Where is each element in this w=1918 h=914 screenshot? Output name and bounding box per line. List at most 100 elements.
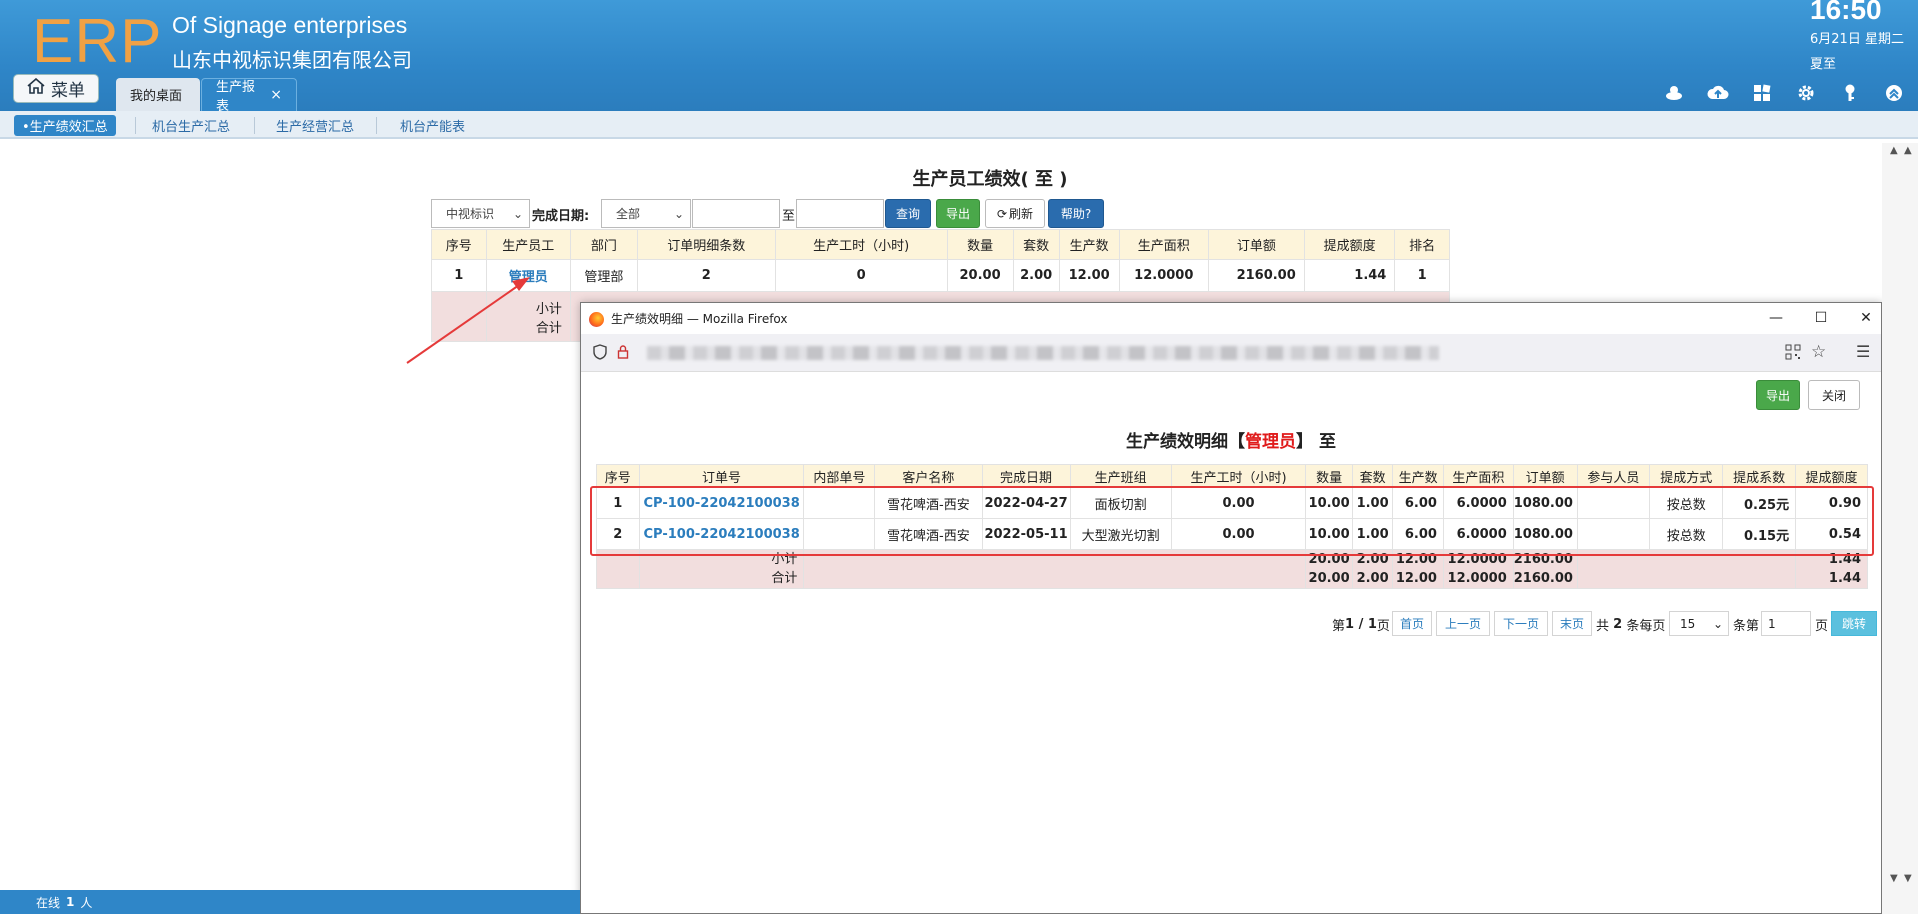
table-cell: 2 [636, 259, 776, 292]
last-page-button[interactable]: 末页 [1552, 611, 1592, 636]
column-header: 生产数 [1058, 229, 1120, 260]
goto-page-input[interactable]: 1 [1761, 611, 1811, 636]
completion-date-label: 完成日期: [532, 209, 590, 224]
total-produced: 12.00 [1395, 571, 1437, 586]
refresh-icon: ⟳ [996, 206, 1008, 221]
table-cell: 雪花啤酒-西安 [874, 487, 983, 519]
next-page-button[interactable]: 下一页 [1494, 611, 1548, 636]
table-cell: 1080.00 [1512, 518, 1578, 550]
cloud-upload-icon[interactable] [1706, 82, 1730, 104]
scroll-up-icon[interactable]: ▲ [1904, 145, 1912, 156]
subnav-machine-capacity[interactable]: 机台产能表 [392, 115, 473, 136]
total-qty: 20.00 [1308, 571, 1350, 586]
column-header: 提成额度 [1795, 464, 1868, 488]
online-unit: 人 [80, 895, 93, 910]
column-header: 客户名称 [874, 464, 983, 488]
table-cell [803, 549, 1307, 589]
column-header: 生产员工 [485, 229, 571, 260]
user-icon[interactable] [1662, 82, 1686, 104]
chevron-down-icon: ⌄ [512, 206, 523, 221]
column-header: 订单号 [638, 464, 805, 488]
popup-title-user: 管理员 [1245, 432, 1297, 452]
company-select[interactable]: 中视标识 ⌄ [431, 199, 530, 228]
column-header: 序号 [596, 464, 640, 488]
table-cell: 12.0000 12.0000 [1442, 549, 1514, 589]
table-cell: 6.00 [1392, 518, 1444, 550]
period-select[interactable]: 全部 ⌄ [601, 199, 691, 228]
scroll-down-icon[interactable]: ▼ [1904, 873, 1912, 884]
query-button[interactable]: 查询 [885, 199, 931, 228]
minimize-icon[interactable]: — [1766, 308, 1786, 328]
total-count: 共 2 条每页 [1596, 611, 1665, 638]
page-title: 生产员工绩效( 至 ) [912, 169, 1068, 190]
shield-icon[interactable] [593, 344, 607, 364]
table-cell: 小计 合计 [638, 549, 805, 589]
column-header: 内部单号 [803, 464, 876, 488]
tab-my-desktop[interactable]: 我的桌面 [116, 78, 200, 111]
prev-page-button[interactable]: 上一页 [1436, 611, 1490, 636]
table-cell: 2 [596, 518, 640, 550]
total-label: 合计 [771, 571, 798, 586]
total-area: 12.0000 [1447, 571, 1507, 586]
export-button[interactable]: 导出 [936, 199, 980, 228]
address-bar[interactable]: ☆ ☰ [581, 334, 1881, 372]
qr-code-icon[interactable] [1785, 344, 1801, 364]
apps-icon[interactable] [1750, 82, 1774, 104]
end-date-input[interactable] [796, 199, 884, 228]
header-toolbar [1662, 82, 1906, 104]
column-header: 提成系数 [1722, 464, 1797, 488]
table-cell: 管理部 [569, 259, 638, 292]
table-cell: 1 [1394, 259, 1450, 292]
column-header: 排名 [1394, 229, 1450, 260]
table-cell: 1 [431, 259, 487, 292]
lock-icon[interactable] [617, 344, 629, 364]
first-page-button[interactable]: 首页 [1392, 611, 1432, 636]
goto-suffix: 页 [1815, 619, 1829, 634]
order-number-link[interactable]: CP-100-22042100038 [638, 518, 805, 550]
table-cell: 0.00 [1170, 518, 1307, 550]
jump-button[interactable]: 跳转 [1831, 611, 1877, 636]
main-menu-button[interactable]: 菜单 [13, 74, 99, 103]
table-header-row: 序号 生产员工 部门 订单明细条数 生产工时（小时) 数量 套数 生产数 生产面… [431, 229, 1450, 260]
key-icon[interactable] [1838, 82, 1862, 104]
column-header: 生产班组 [1069, 464, 1172, 488]
table-row: 1 CP-100-22042100038 雪花啤酒-西安 2022-04-27 … [596, 487, 1868, 519]
goto-prefix: 条第 [1733, 619, 1760, 634]
vertical-scrollbar[interactable]: ▲ ▲ ▼ ▼ [1882, 143, 1918, 914]
table-cell: 10.00 [1305, 487, 1353, 519]
table-cell: 0.54 [1795, 518, 1868, 550]
column-header: 订单额 [1512, 464, 1578, 488]
help-button[interactable]: 帮助? [1048, 199, 1104, 228]
total-prefix: 共 [1596, 619, 1610, 634]
hamburger-menu-icon[interactable]: ☰ [1856, 342, 1870, 361]
gear-icon[interactable] [1794, 82, 1818, 104]
start-date-input[interactable] [692, 199, 780, 228]
column-header: 数量 [1305, 464, 1353, 488]
tab-production-report[interactable]: 生产报表 × [201, 78, 297, 114]
per-page-label: 条每页 [1626, 619, 1666, 634]
page-info: 1 / 1 [1345, 617, 1377, 632]
maximize-icon[interactable]: ☐ [1811, 308, 1831, 328]
logout-icon[interactable] [1882, 82, 1906, 104]
popup-export-button[interactable]: 导出 [1756, 380, 1800, 410]
column-header: 订单额 [1208, 229, 1305, 260]
close-tab-icon[interactable]: × [270, 87, 282, 103]
popup-close-button[interactable]: 关闭 [1808, 380, 1860, 410]
close-window-icon[interactable]: ✕ [1856, 308, 1876, 328]
subnav-operation-summary[interactable]: 生产经营汇总 [268, 115, 362, 136]
per-page-select[interactable]: 15 ⌄ [1669, 611, 1729, 636]
table-cell [1576, 549, 1797, 589]
subnav-machine-summary[interactable]: 机台生产汇总 [144, 115, 238, 136]
order-number-link[interactable]: CP-100-22042100038 [638, 487, 805, 519]
tab-label: 我的桌面 [130, 89, 183, 104]
table-row: 1 管理员 管理部 2 0 20.00 2.00 12.00 12.0000 2… [431, 259, 1450, 292]
total-label: 合计 [535, 320, 562, 336]
table-cell: 1 [596, 487, 640, 519]
scroll-up-icon[interactable]: ▲ [1890, 145, 1898, 156]
employee-link[interactable]: 管理员 [485, 259, 571, 292]
bookmark-star-icon[interactable]: ☆ [1811, 342, 1826, 362]
refresh-button[interactable]: ⟳ 刷新 [985, 199, 1045, 228]
to-label: 至 [782, 209, 796, 224]
scroll-down-icon[interactable]: ▼ [1890, 873, 1898, 884]
subnav-performance-summary[interactable]: •生产绩效汇总 [14, 115, 116, 136]
